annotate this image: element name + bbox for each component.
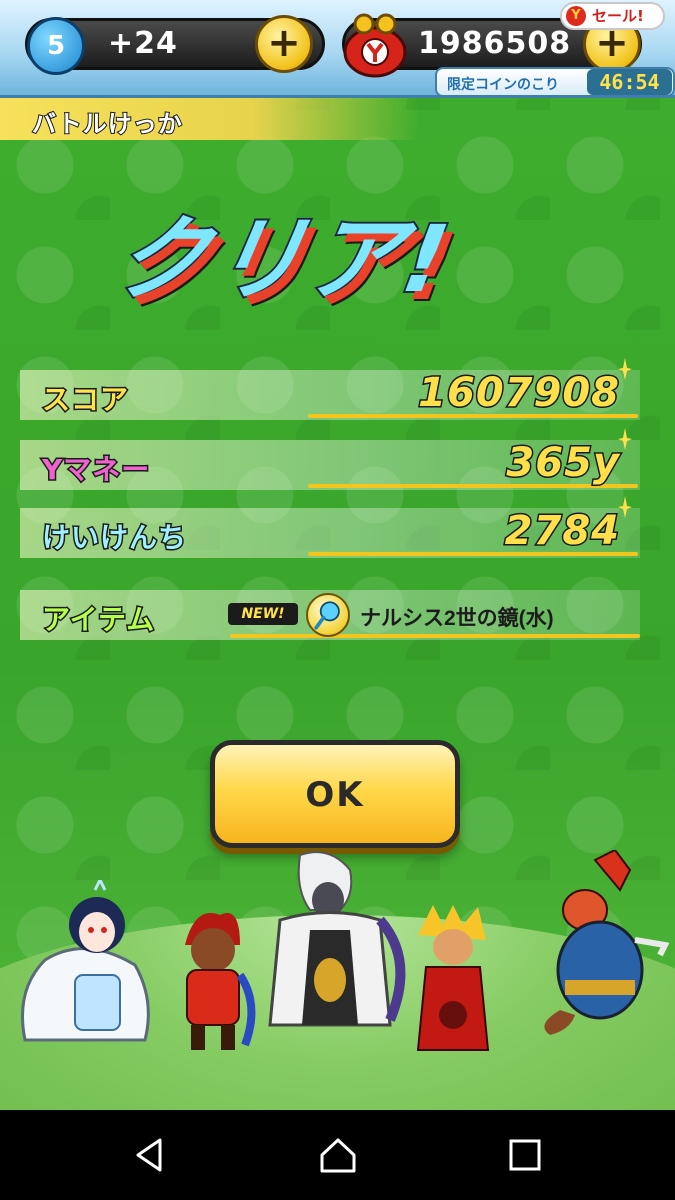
money-label: Yマネー: [40, 452, 151, 488]
money-value: 365y: [505, 439, 621, 488]
exp-value: 2784: [503, 507, 620, 556]
score-label: スコア: [40, 382, 130, 418]
home-icon[interactable]: [318, 1135, 358, 1175]
status-bar: 5 +24 + 1986508 + Y セール! 限定コインのこり 46:54: [0, 0, 675, 98]
limited-coin-label: 限定コインのこり: [447, 77, 559, 93]
result-header: バトルけっか: [0, 98, 420, 140]
exp-label: けいけんち: [40, 520, 188, 556]
y-coin-icon: Y: [566, 6, 586, 26]
score-row: スコア 1607908: [20, 358, 640, 420]
back-icon[interactable]: [130, 1135, 170, 1175]
page-title: バトルけっか: [31, 109, 183, 139]
sale-badge[interactable]: Y セール!: [560, 2, 665, 30]
white-haired-boss-yokai-character: [268, 851, 406, 1027]
sparkle-icon: [618, 496, 632, 518]
sparkle-icon: [618, 358, 632, 380]
battle-result-screen: 5 +24 + 1986508 + Y セール! 限定コインのこり 46:54 …: [0, 0, 675, 1110]
row-underline: [230, 634, 640, 638]
item-name: ナルシス2世の鏡(水): [360, 607, 554, 630]
item-label: アイテム: [40, 602, 156, 638]
limited-coin-timer: 限定コインのこり 46:54: [435, 67, 675, 97]
new-badge: NEW!: [228, 603, 298, 625]
exp-row: けいけんち 2784: [20, 496, 640, 558]
navigation-bar: [0, 1110, 675, 1200]
recent-apps-icon[interactable]: [505, 1135, 545, 1175]
snow-yokai-character: [21, 880, 150, 1042]
item-row: アイテム NEW! ナルシス2世の鏡(水): [20, 590, 640, 640]
fox-warrior-yokai-character: [544, 850, 670, 1035]
ok-button[interactable]: OK: [210, 740, 460, 848]
stamina-bonus: +24: [108, 26, 178, 61]
stamina-level-badge: 5: [27, 17, 85, 75]
clear-banner: クリア!: [105, 185, 463, 318]
score-value: 1607908: [417, 369, 621, 418]
limited-coin-time: 46:54: [587, 69, 672, 95]
money-amount: 1986508: [418, 26, 572, 61]
add-stamina-button[interactable]: +: [255, 15, 313, 73]
sparkle-icon: [618, 428, 632, 450]
money-row: Yマネー 365y: [20, 428, 640, 490]
sale-label: セール!: [592, 7, 644, 25]
ok-button-label: OK: [305, 775, 365, 815]
hand-mirror-icon[interactable]: [306, 593, 350, 637]
money-purse-icon: [343, 13, 407, 78]
blonde-flame-yokai-character: [416, 905, 490, 1051]
